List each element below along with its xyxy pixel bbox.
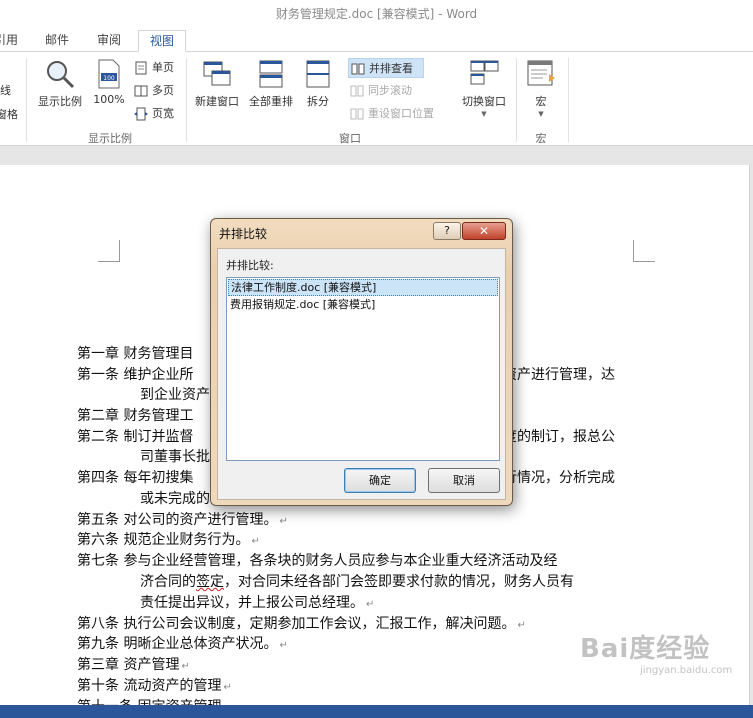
split-label: 拆分 [307,95,329,108]
new-window-label: 新建窗口 [195,95,239,108]
dropdown-caret-icon: ▼ [538,110,544,118]
ok-button[interactable]: 确定 [344,468,416,493]
close-icon: ✕ [478,224,490,238]
split-window-icon [306,60,330,88]
help-button[interactable]: ? [433,222,461,240]
doc-line: 第四条 每年初搜集 [77,470,194,486]
misspelled-word: 签定 [196,574,224,590]
doc-line: 第一章 财务管理目 [77,346,194,362]
zoom-button-label: 显示比例 [38,95,82,108]
switch-windows-button[interactable]: 切换窗口 ▼ [456,58,512,118]
cancel-button[interactable]: 取消 [428,468,500,493]
doc-line: 第六条 规范企业财务行为。 ↵ [77,532,260,548]
zoom-100-label: 100% [93,93,125,106]
macro-icon [527,60,555,86]
page-width-icon [134,107,148,121]
reset-window-position-button[interactable]: 重设窗口位置 [348,104,434,124]
doc-line: 第二条 制订并监督 [77,429,194,445]
doc-line: 资产进行管理，达 [503,367,615,383]
switch-windows-label: 切换窗口 [462,95,506,108]
tab-mailings[interactable]: 邮件 [36,30,78,52]
single-page-icon [135,61,147,75]
zoom-button[interactable]: 显示比例 [34,58,86,118]
sync-scroll-label: 同步滚动 [368,84,412,97]
doc-line: 第九条 明晰企业总体资产状况。 ↵ [77,636,288,652]
doc-line: 责任提出异议，并上报公司总经理。 ↵ [140,595,375,611]
side-by-side-label: 并排查看 [369,62,413,75]
close-button[interactable]: ✕ [462,222,506,240]
tab-review[interactable]: 审阅 [88,30,130,52]
document-list-label: 并排比较: [226,259,274,272]
crop-mark-right [633,240,655,262]
arrange-all-label: 全部重排 [249,95,293,108]
page-width-button[interactable]: 页宽 [132,104,174,124]
magnifier-icon [47,61,75,89]
group-separator [186,58,187,142]
doc-line: 济合同的签定，对合同未经各部门会签即要求付款的情况，财务人员有 [140,574,574,590]
doc-line: 司董事长批 [140,449,210,465]
tab-references[interactable]: 引用 [0,30,22,52]
doc-line: 第三章 资产管理 ↵ [77,657,190,673]
document-listbox[interactable]: 法律工作制度.doc [兼容模式] 费用报销规定.doc [兼容模式] [226,277,500,461]
one-page-label: 单页 [152,61,174,74]
zoom-100-button[interactable]: 100 100% [90,58,128,118]
macros-label: 宏 [535,95,547,108]
group-separator [568,58,569,142]
doc-line: 或未完成的 [140,491,210,507]
doc-line: 第七条 参与企业经营管理，各条块的财务人员应参与本企业重大经济活动及经 [77,553,558,569]
ribbon-cut-item-top[interactable]: 线 [0,82,11,98]
side-by-side-button[interactable]: 并排查看 [348,58,424,78]
ribbon: 线 窗格 显示比例 100 100% 单页 多页 页宽 显示比例 新建窗口 全部… [0,52,753,146]
arrange-all-icon [259,60,283,88]
ribbon-tab-bar: 引用 邮件 审阅 视图 [0,28,753,52]
new-window-button[interactable]: 新建窗口 [190,58,244,118]
one-page-button[interactable]: 单页 [132,58,174,78]
watermark-brand: Bai度经验 [580,634,711,664]
window-title: 财务管理规定.doc [兼容模式] - Word [0,0,753,28]
multi-page-label: 多页 [152,84,174,97]
list-item[interactable]: 费用报销规定.doc [兼容模式] [228,297,498,314]
doc-line: 第十条 流动资产的管理 ↵ [77,678,232,694]
new-window-icon [203,61,231,86]
watermark-url: jingyan.baidu.com [640,665,733,676]
doc-line: 行情况，分析完成 [503,470,615,486]
switch-windows-icon [470,60,499,85]
word-window: 财务管理规定.doc [兼容模式] - Word 引用 邮件 审阅 视图 线 窗… [0,0,753,718]
dialog-body: 并排比较: 法律工作制度.doc [兼容模式] 费用报销规定.doc [兼容模式… [217,248,506,500]
sync-scroll-button[interactable]: 同步滚动 [348,81,412,101]
reset-window-position-label: 重设窗口位置 [368,107,434,120]
zoom-group-label: 显示比例 [88,132,132,145]
doc-line: 到企业资产 [140,387,210,403]
multi-page-button[interactable]: 多页 [132,81,174,101]
side-by-side-icon [351,63,365,75]
crop-mark-left [98,240,120,262]
compare-side-by-side-dialog: 并排比较 ? ✕ 并排比较: 法律工作制度.doc [兼容模式] 费用报销规定.… [210,218,513,506]
dropdown-caret-icon: ▼ [481,110,487,118]
group-separator [26,58,27,142]
dialog-title: 并排比较 [219,227,268,241]
help-icon: ? [444,224,450,237]
sync-scroll-icon [350,85,364,97]
doc-line: 第八条 执行公司会议制度，定期参加工作会议，汇报工作，解决问题。 ↵ [77,616,526,632]
multi-page-icon [134,85,148,97]
doc-line: 第二章 财务管理工 [77,408,194,424]
group-separator [516,58,517,142]
macro-group-label: 宏 [535,132,547,145]
tab-view[interactable]: 视图 [138,30,186,52]
ribbon-cut-item-bottom[interactable]: 窗格 [0,106,18,122]
zoom-100-icon: 100 [98,59,120,89]
watermark: Bai度经验 jingyan.baidu.com [580,628,750,698]
split-button[interactable]: 拆分 [300,58,336,118]
macros-button[interactable]: 宏 ▼ [522,58,560,118]
status-bar [0,705,753,718]
arrange-all-button[interactable]: 全部重排 [246,58,296,118]
window-group-label: 窗口 [339,132,361,145]
doc-line: 第一条 维护企业所 [77,367,194,383]
list-item[interactable]: 法律工作制度.doc [兼容模式] [228,279,498,296]
doc-line: 度的制订，报总公 [503,429,615,445]
reset-position-icon [350,108,364,120]
page-width-label: 页宽 [152,107,174,120]
doc-line: 第五条 对公司的资产进行管理。 ↵ [77,512,288,528]
zoom-100-icon-text: 100 [103,75,115,82]
